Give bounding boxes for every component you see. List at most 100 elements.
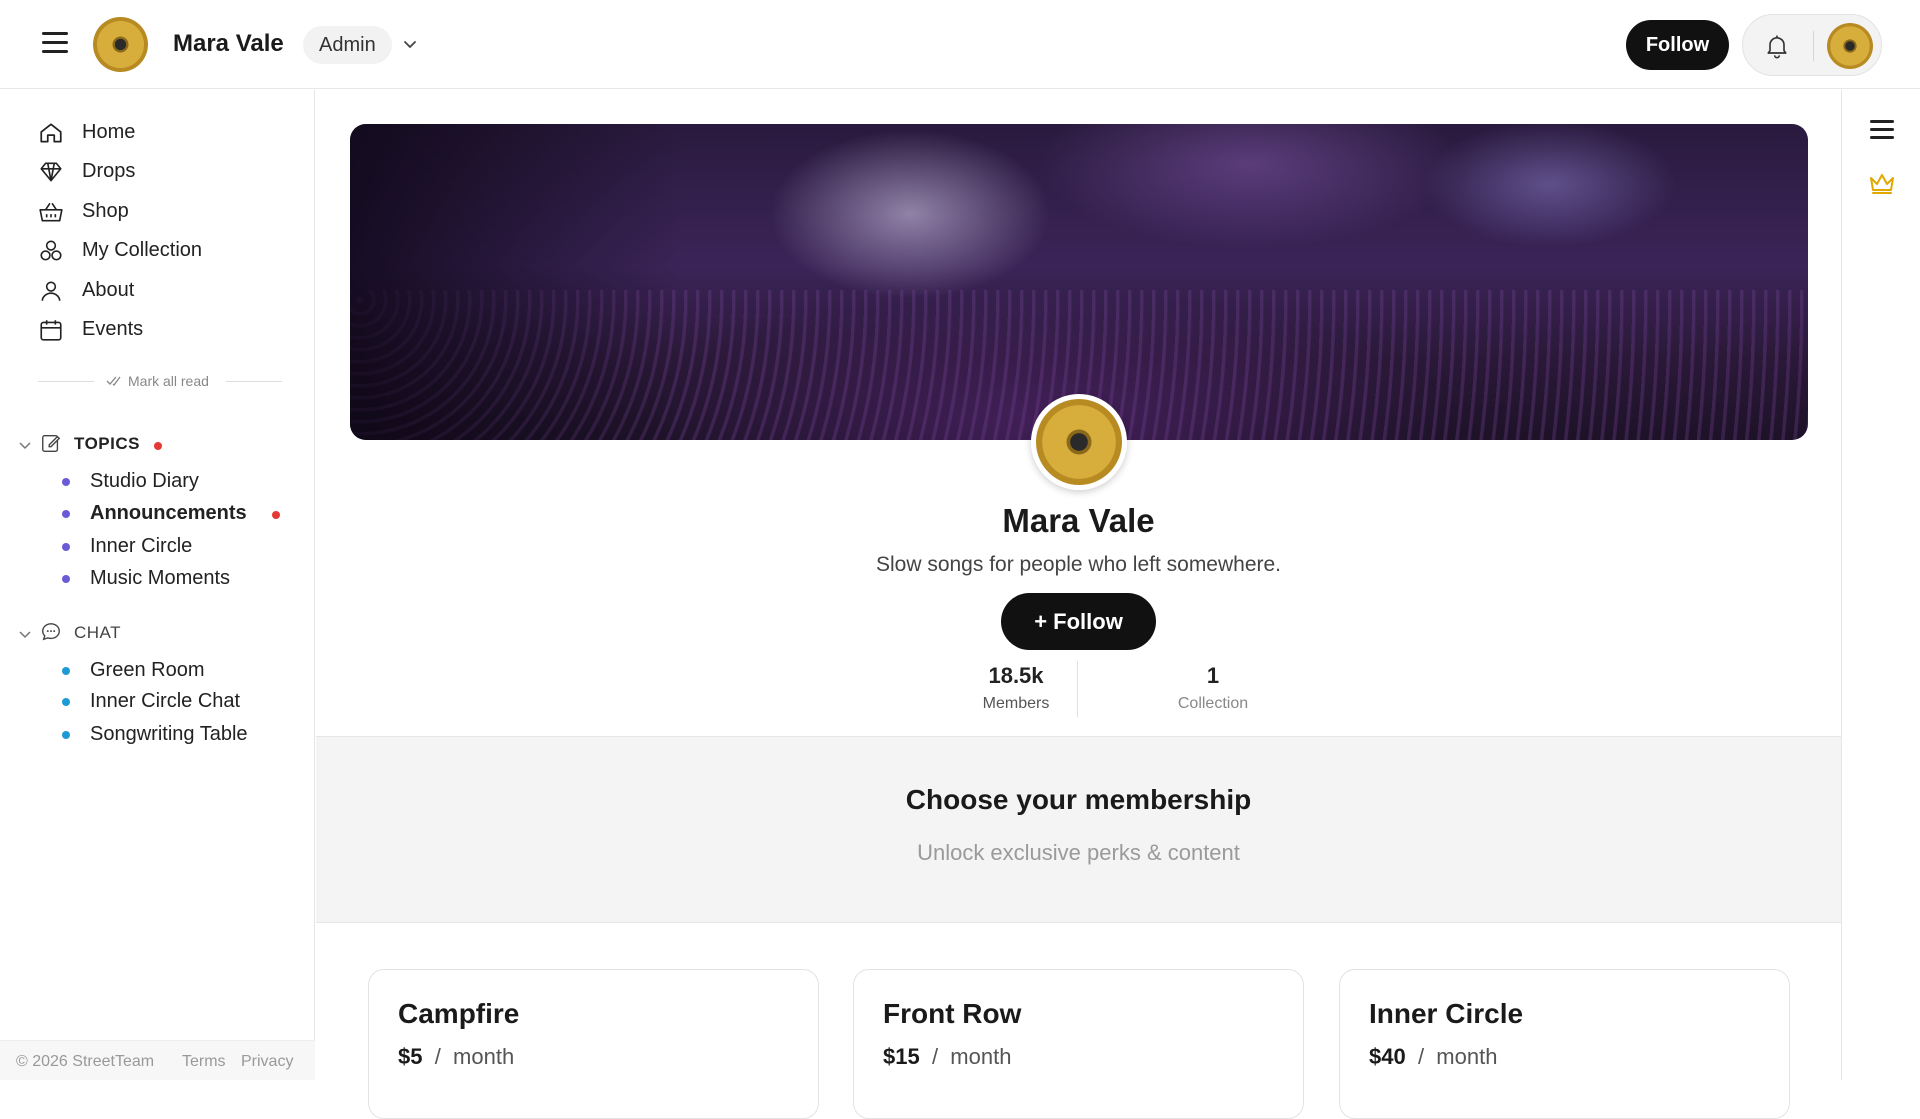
tier-card-inner-circle[interactable]: Inner Circle $40 / month	[1339, 969, 1790, 1119]
user-avatar[interactable]	[1827, 23, 1873, 69]
chevron-down-icon	[19, 631, 31, 639]
members-count: 18.5k	[988, 663, 1044, 688]
membership-section: Choose your membership Unlock exclusive …	[316, 736, 1841, 923]
topic-item[interactable]: Studio Diary	[62, 468, 292, 494]
topic-dot	[62, 543, 70, 551]
sidebar-item-label: My Collection	[82, 239, 203, 261]
sidebar-item-label: Shop	[82, 200, 129, 222]
topic-label: Studio Diary	[90, 470, 199, 492]
tier-name: Front Row	[883, 998, 1022, 1029]
membership-subtitle: Unlock exclusive perks & content	[917, 840, 1240, 865]
sidebar-item-my-collection[interactable]: My Collection	[38, 236, 298, 266]
sidebar-item-home[interactable]: Home	[38, 118, 298, 148]
chat-label: Inner Circle Chat	[90, 690, 241, 712]
cover-shadow	[350, 124, 680, 440]
chat-title: CHAT	[74, 623, 122, 642]
sidebar-item-label: Home	[82, 121, 136, 143]
profile-avatar[interactable]	[1031, 394, 1127, 490]
unread-dot	[272, 511, 280, 519]
edit-icon	[42, 434, 61, 452]
cover-image	[350, 124, 1808, 440]
sidebar: Home Drops Shop My Collection About Even…	[0, 90, 315, 1080]
membership-title: Choose your membership	[905, 784, 1252, 815]
tier-price: $15	[883, 1044, 920, 1069]
sidebar-item-label: Events	[82, 318, 144, 340]
tier-price-row: $5 / month	[398, 1044, 515, 1069]
topic-label: Inner Circle	[90, 535, 193, 557]
chat-item[interactable]: Inner Circle Chat	[62, 688, 292, 714]
topic-dot	[62, 575, 70, 583]
chat-section-toggle[interactable]: CHAT	[18, 621, 298, 647]
members-label: Members	[982, 695, 1050, 712]
bell-icon[interactable]	[1763, 32, 1791, 60]
chat-dot	[62, 667, 70, 675]
tier-name: Inner Circle	[1369, 998, 1524, 1029]
tier-price: $40	[1369, 1044, 1406, 1069]
mark-all-read-row: Mark all read	[38, 371, 282, 391]
tier-card-front-row[interactable]: Front Row $15 / month	[853, 969, 1304, 1119]
sidebar-item-drops[interactable]: Drops	[38, 157, 298, 187]
sidebar-item-events[interactable]: Events	[38, 315, 298, 345]
collection-icon	[40, 240, 62, 261]
sidebar-item-label: About	[82, 279, 135, 301]
topic-dot	[62, 478, 70, 486]
site-name[interactable]: Mara Vale	[173, 30, 284, 58]
chat-item[interactable]: Songwriting Table	[62, 721, 292, 747]
double-check-icon	[106, 376, 121, 386]
topics-title: TOPICS	[74, 434, 140, 453]
divider	[1813, 31, 1814, 61]
topic-item[interactable]: Inner Circle	[62, 533, 292, 559]
sidebar-footer: © 2026 StreetTeam Terms Privacy	[0, 1040, 315, 1080]
topic-dot	[62, 510, 70, 518]
tier-card-campfire[interactable]: Campfire $5 / month	[368, 969, 819, 1119]
terms-link[interactable]: Terms	[182, 1053, 226, 1071]
collection-label: Collection	[1177, 695, 1249, 712]
chevron-down-icon	[19, 442, 31, 450]
tier-price-row: $15 / month	[883, 1044, 1012, 1069]
mark-all-read-link[interactable]: Mark all read	[128, 373, 209, 389]
topic-item[interactable]: Announcements	[62, 500, 292, 526]
user-controls	[1742, 14, 1882, 76]
right-rail	[1841, 90, 1920, 1080]
divider	[226, 381, 282, 382]
profile-tagline: Slow songs for people who left somewhere…	[875, 553, 1282, 576]
copyright-text: © 2026 StreetTeam	[16, 1053, 155, 1070]
header-follow-button[interactable]: Follow	[1626, 20, 1729, 70]
chevron-down-icon[interactable]	[402, 36, 418, 52]
unread-dot	[154, 442, 162, 450]
role-selector[interactable]: Admin	[303, 26, 392, 64]
sidebar-item-shop[interactable]: Shop	[38, 197, 298, 227]
calendar-icon	[40, 320, 62, 341]
tier-name: Campfire	[398, 998, 520, 1029]
divider	[38, 381, 94, 382]
privacy-link[interactable]: Privacy	[241, 1053, 293, 1071]
topic-label: Music Moments	[90, 567, 231, 589]
members-stat: 18.5k Members	[941, 663, 1091, 713]
profile-follow-button[interactable]: + Follow	[1001, 593, 1156, 650]
collection-stat[interactable]: 1 Collection	[1138, 663, 1288, 713]
chat-dot	[62, 698, 70, 706]
crown-icon[interactable]	[1868, 170, 1896, 196]
topic-item[interactable]: Music Moments	[62, 565, 292, 591]
basket-icon	[39, 202, 63, 222]
tier-price-row: $40 / month	[1369, 1044, 1498, 1069]
chat-label: Songwriting Table	[90, 723, 248, 745]
tier-period: month	[1436, 1044, 1498, 1069]
top-bar: Mara Vale Admin Follow	[0, 0, 1920, 89]
collection-count: 1	[1206, 663, 1220, 688]
topic-label: Announcements	[90, 502, 247, 524]
list-icon[interactable]	[1870, 120, 1894, 140]
tier-period: month	[453, 1044, 515, 1069]
menu-icon[interactable]	[42, 32, 68, 54]
tier-period: month	[950, 1044, 1012, 1069]
person-icon	[41, 281, 61, 301]
topics-section-toggle[interactable]: TOPICS	[18, 432, 298, 458]
site-avatar[interactable]	[93, 17, 148, 72]
chat-item[interactable]: Green Room	[62, 657, 292, 683]
divider	[1077, 661, 1078, 717]
profile-name: Mara Vale	[1002, 502, 1155, 539]
chat-dot	[62, 731, 70, 739]
diamond-icon	[40, 162, 62, 182]
main-content: Mara Vale Slow songs for people who left…	[316, 90, 1841, 1119]
sidebar-item-about[interactable]: About	[38, 276, 298, 306]
